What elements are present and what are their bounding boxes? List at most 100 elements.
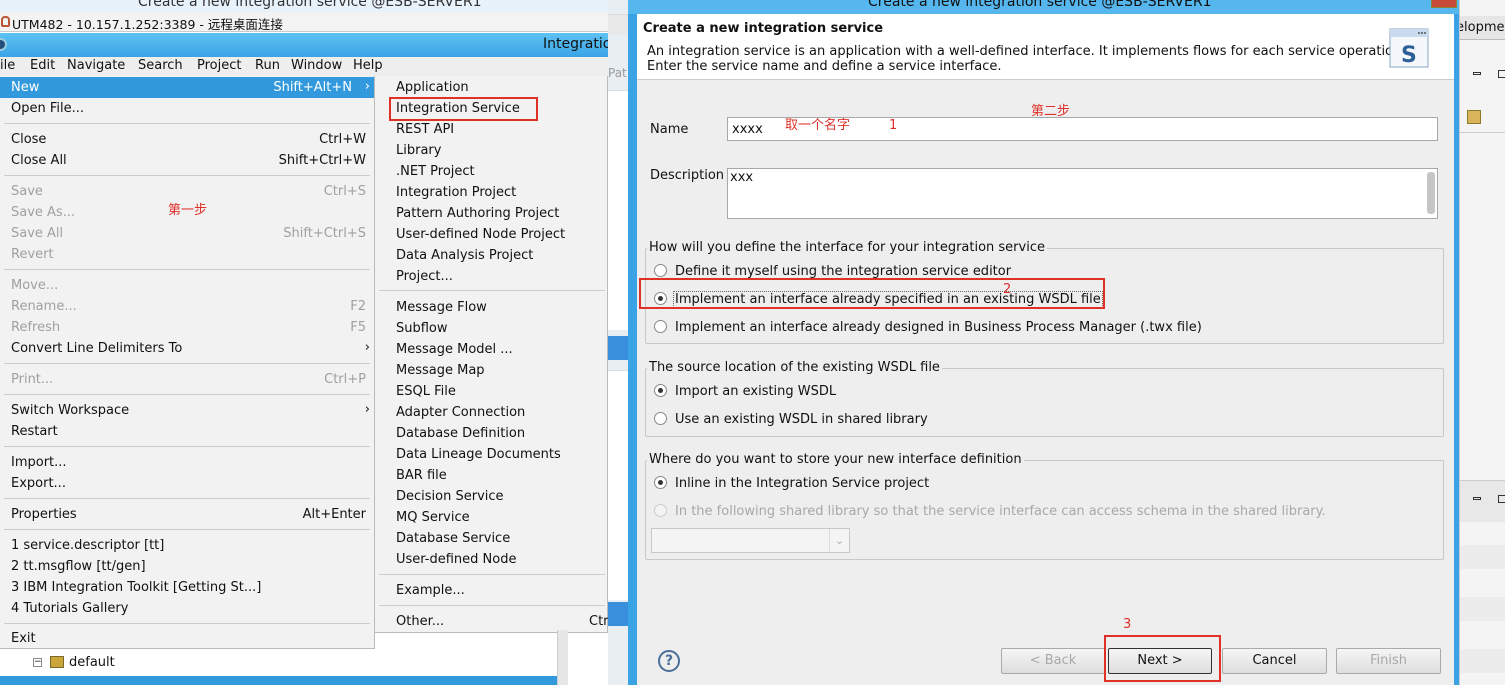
new-menu-mq-service[interactable]: MQ Service	[375, 507, 608, 528]
new-menu-user-defined-node[interactable]: User-defined Node	[375, 549, 608, 570]
radio-shared-library	[654, 504, 667, 517]
highlight-next-button	[1104, 635, 1221, 682]
new-menu-message-map[interactable]: Message Map	[375, 360, 608, 381]
menu-help[interactable]: Help	[353, 58, 383, 73]
new-menu-subflow[interactable]: Subflow	[375, 318, 608, 339]
new-menu-pattern-authoring-project[interactable]: Pattern Authoring Project	[375, 203, 608, 224]
background-ide-right: elopme	[1459, 0, 1505, 685]
file-menu-recent-3[interactable]: 3 IBM Integration Toolkit [Getting St...…	[0, 577, 374, 598]
tree-selected-row[interactable]	[0, 676, 557, 685]
new-menu-database-definition[interactable]: Database Definition	[375, 423, 608, 444]
new-menu-database-service[interactable]: Database Service	[375, 528, 608, 549]
rdp-connection-title: UTM482 - 10.157.1.252:3389 - 远程桌面连接	[12, 17, 283, 32]
description-scrollbar[interactable]	[1427, 172, 1435, 214]
menu-project[interactable]: Project	[197, 58, 241, 73]
right-ide-tab[interactable]: elopme	[1460, 16, 1505, 40]
strip-panel	[608, 90, 628, 330]
new-menu-bar-file[interactable]: BAR file	[375, 465, 608, 486]
minimize-icon[interactable]	[1473, 72, 1481, 75]
menu-search[interactable]: Search	[138, 58, 183, 73]
radio-define-myself[interactable]	[654, 264, 667, 277]
radio-define-myself-label[interactable]: Define it myself using the integration s…	[675, 264, 1011, 279]
new-menu-message-model[interactable]: Message Model ...	[375, 339, 608, 360]
radio-shared-library-wsdl-label[interactable]: Use an existing WSDL in shared library	[675, 412, 928, 427]
radio-inline[interactable]	[654, 476, 667, 489]
new-menu-esql-file[interactable]: ESQL File	[375, 381, 608, 402]
menu-item-label: Adapter Connection	[396, 405, 526, 420]
menu-item-label: Refresh	[11, 320, 61, 335]
menu-item-label: 4 Tutorials Gallery	[11, 601, 129, 616]
app-title-bar: Integratio	[0, 33, 611, 57]
new-menu-data-lineage-documents[interactable]: Data Lineage Documents	[375, 444, 608, 465]
file-menu-recent-1[interactable]: 1 service.descriptor [tt]	[0, 535, 374, 556]
menu-item-label: User-defined Node Project	[396, 227, 566, 242]
new-menu-other[interactable]: Other... Ctr	[375, 611, 609, 632]
highlight-integration-service	[389, 97, 538, 121]
rdp-window-title: Create a new integration service @ESB-SE…	[138, 0, 482, 10]
radio-bpm-twx-label[interactable]: Implement an interface already designed …	[675, 320, 1202, 335]
menu-separator	[4, 269, 370, 270]
menu-item-label: Application	[396, 80, 469, 95]
file-menu-restart[interactable]: Restart	[0, 421, 374, 442]
file-menu-close-all[interactable]: Close All Shift+Ctrl+W	[0, 150, 374, 171]
new-menu-adapter-connection[interactable]: Adapter Connection	[375, 402, 608, 423]
menu-item-label: Data Lineage Documents	[396, 447, 561, 462]
radio-import-wsdl[interactable]	[654, 384, 667, 397]
radio-inline-label[interactable]: Inline in the Integration Service projec…	[675, 476, 929, 491]
tree-item-default[interactable]: default	[69, 655, 115, 670]
radio-bpm-twx[interactable]	[654, 320, 667, 333]
name-label: Name	[650, 122, 689, 137]
menu-item-label: Library	[396, 143, 442, 158]
new-menu-rest-api[interactable]: REST API	[375, 119, 608, 140]
file-menu-properties[interactable]: Properties Alt+Enter	[0, 504, 374, 525]
menu-item-label: Database Service	[396, 531, 511, 546]
new-menu-decision-service[interactable]: Decision Service	[375, 486, 608, 507]
dialog-heading: Create a new integration service	[643, 21, 884, 36]
new-menu-message-flow[interactable]: Message Flow	[375, 297, 608, 318]
new-menu-example[interactable]: Example...	[375, 580, 608, 601]
new-menu-dotnet-project[interactable]: .NET Project	[375, 161, 608, 182]
menu-item-label: 3 IBM Integration Toolkit [Getting St...…	[11, 580, 262, 595]
description-field[interactable]: xxx	[727, 168, 1438, 219]
new-menu-user-defined-node-project[interactable]: User-defined Node Project	[375, 224, 608, 245]
help-icon[interactable]: ?	[658, 650, 680, 672]
menu-separator	[379, 605, 605, 606]
file-menu-export[interactable]: Export...	[0, 473, 374, 494]
file-menu-recent-4[interactable]: 4 Tutorials Gallery	[0, 598, 374, 619]
strip-toolbar	[608, 14, 628, 34]
radio-shared-library-wsdl[interactable]	[654, 412, 667, 425]
maximize-icon[interactable]	[1498, 495, 1505, 503]
collapse-icon[interactable]: −	[33, 658, 42, 667]
radio-import-wsdl-label[interactable]: Import an existing WSDL	[675, 384, 836, 399]
file-menu-open-file[interactable]: Open File...	[0, 98, 374, 119]
menu-window[interactable]: Window	[291, 58, 342, 73]
file-menu-convert-line-delimiters[interactable]: Convert Line Delimiters To ›	[0, 338, 374, 359]
minimize-icon[interactable]	[1473, 497, 1481, 500]
new-menu-project[interactable]: Project...	[375, 266, 608, 287]
menu-item-label: Exit	[11, 631, 36, 646]
cancel-button[interactable]: Cancel	[1222, 648, 1327, 674]
right-ide-tab-label: elopme	[1460, 20, 1505, 35]
menu-item-label: Close All	[11, 153, 67, 168]
file-menu-recent-2[interactable]: 2 tt.msgflow [tt/gen]	[0, 556, 374, 577]
file-menu-import[interactable]: Import...	[0, 452, 374, 473]
store-definition-group-title: Where do you want to store your new inte…	[647, 452, 1024, 467]
menu-run[interactable]: Run	[255, 58, 280, 73]
new-menu-application[interactable]: Application	[375, 77, 608, 98]
maximize-icon[interactable]	[1498, 70, 1505, 78]
file-menu-close[interactable]: Close Ctrl+W	[0, 129, 374, 150]
menu-edit[interactable]: Edit	[30, 58, 55, 73]
new-menu-data-analysis-project[interactable]: Data Analysis Project	[375, 245, 608, 266]
toolbar-icon[interactable]	[1467, 110, 1481, 124]
new-menu-integration-project[interactable]: Integration Project	[375, 182, 608, 203]
tree-scrollbar[interactable]	[557, 630, 568, 685]
menu-separator	[4, 394, 370, 395]
file-menu-switch-workspace[interactable]: Switch Workspace ›	[0, 400, 374, 421]
close-icon[interactable]	[1431, 0, 1457, 8]
menu-file[interactable]: ile	[0, 58, 15, 73]
new-menu-library[interactable]: Library	[375, 140, 608, 161]
menu-navigate[interactable]: Navigate	[67, 58, 125, 73]
file-menu-exit[interactable]: Exit	[0, 628, 374, 649]
menu-separator	[379, 574, 605, 575]
file-menu-new[interactable]: New Shift+Alt+N ›	[0, 77, 374, 98]
